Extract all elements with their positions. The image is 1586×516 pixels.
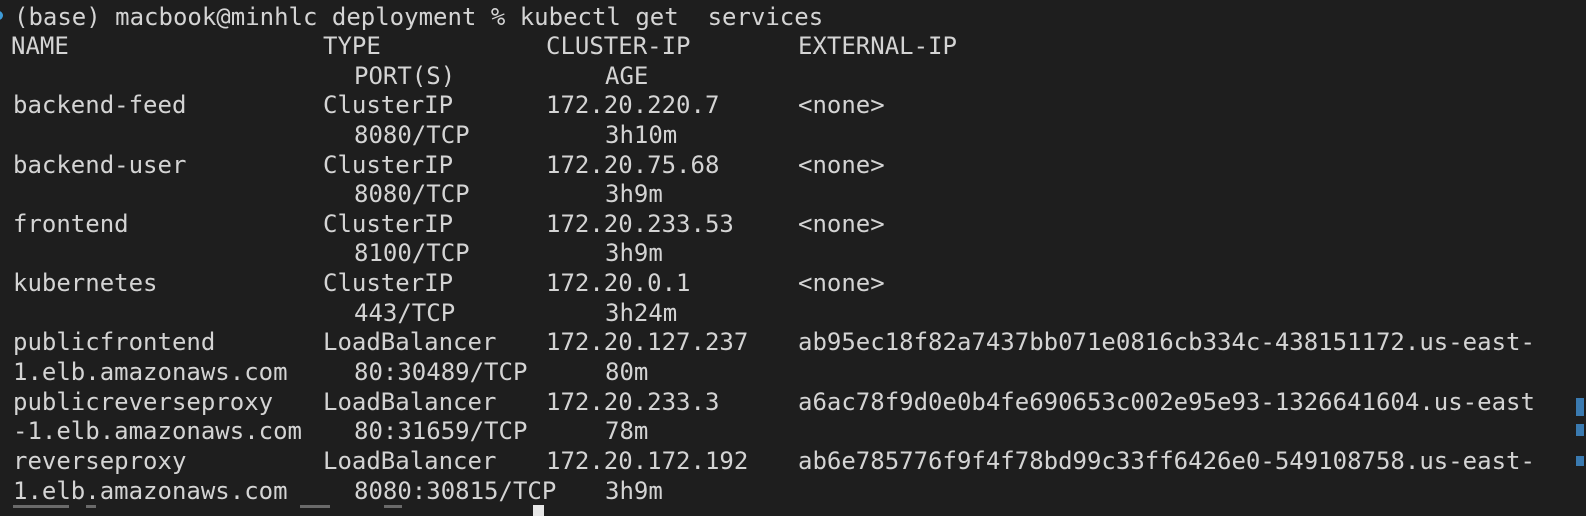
service-ports: 8080/TCP bbox=[354, 121, 470, 149]
service-age: 78m bbox=[605, 417, 649, 445]
next-prompt-fragment bbox=[86, 505, 96, 508]
header-ports: PORT(S) bbox=[354, 62, 456, 90]
service-external-ip-cont: -1.elb.amazonaws.com bbox=[13, 417, 302, 445]
next-prompt-fragment bbox=[300, 505, 330, 508]
service-ports: 80:31659/TCP bbox=[354, 417, 528, 445]
text-cursor bbox=[533, 505, 544, 516]
table-row-wrap: 443/TCP 3h24m bbox=[0, 298, 1586, 328]
service-age: 3h9m bbox=[605, 239, 663, 267]
service-external-ip: <none> bbox=[798, 210, 885, 238]
table-row: backend-user ClusterIP 172.20.75.68 <non… bbox=[0, 150, 1586, 180]
service-age: 3h10m bbox=[605, 121, 678, 149]
service-cluster-ip: 172.20.233.53 bbox=[546, 210, 734, 238]
service-ports: 443/TCP bbox=[354, 299, 456, 327]
header-name: NAME bbox=[11, 32, 69, 60]
service-type: ClusterIP bbox=[323, 210, 454, 238]
table-row-wrap: 1.elb.amazonaws.com 80:30489/TCP 80m bbox=[0, 357, 1586, 387]
service-name: backend-feed bbox=[13, 91, 187, 119]
service-type: LoadBalancer bbox=[323, 388, 497, 416]
service-ports: 8080/TCP bbox=[354, 180, 470, 208]
service-external-ip: ab95ec18f82a7437bb071e0816cb334c-4381511… bbox=[798, 328, 1535, 356]
service-external-ip: ab6e785776f9f4f78bd99c33ff6426e0-5491087… bbox=[798, 447, 1535, 475]
service-cluster-ip: 172.20.233.3 bbox=[546, 388, 720, 416]
service-cluster-ip: 172.20.220.7 bbox=[546, 91, 720, 119]
next-prompt-fragment bbox=[384, 505, 402, 508]
service-external-ip-cont: 1.elb.amazonaws.com bbox=[13, 477, 288, 505]
table-row: backend-feed ClusterIP 172.20.220.7 <non… bbox=[0, 90, 1586, 120]
service-name: frontend bbox=[13, 210, 129, 238]
service-external-ip: a6ac78f9d0e0b4fe690653c002e95e93-1326641… bbox=[798, 388, 1535, 416]
table-row-wrap: 8080/TCP 3h9m bbox=[0, 179, 1586, 209]
command-line: (base) macbook@minhlc deployment % kubec… bbox=[0, 2, 1586, 32]
service-age: 80m bbox=[605, 358, 649, 386]
header-type: TYPE bbox=[323, 32, 381, 60]
service-age: 3h9m bbox=[605, 180, 663, 208]
service-type: LoadBalancer bbox=[323, 447, 497, 475]
service-type: ClusterIP bbox=[323, 269, 454, 297]
table-header-row: NAME TYPE CLUSTER-IP EXTERNAL-IP bbox=[0, 31, 1586, 61]
service-type: ClusterIP bbox=[323, 151, 454, 179]
table-row: frontend ClusterIP 172.20.233.53 <none> bbox=[0, 209, 1586, 239]
table-row: kubernetes ClusterIP 172.20.0.1 <none> bbox=[0, 268, 1586, 298]
table-row-wrap: 1.elb.amazonaws.com 8080:30815/TCP 3h9m bbox=[0, 476, 1586, 506]
header-cluster-ip: CLUSTER-IP bbox=[546, 32, 691, 60]
service-external-ip: <none> bbox=[798, 91, 885, 119]
service-name: publicreverseproxy bbox=[13, 388, 274, 416]
service-ports: 8100/TCP bbox=[354, 239, 470, 267]
next-prompt-fragment bbox=[13, 505, 69, 508]
table-header-row-wrap: PORT(S) AGE bbox=[0, 61, 1586, 91]
service-cluster-ip: 172.20.127.237 bbox=[546, 328, 749, 356]
service-age: 3h9m bbox=[605, 477, 663, 505]
service-type: LoadBalancer bbox=[323, 328, 497, 356]
header-age: AGE bbox=[605, 62, 649, 90]
service-age: 3h24m bbox=[605, 299, 678, 327]
service-ports: 8080:30815/TCP bbox=[354, 477, 557, 505]
header-external-ip: EXTERNAL-IP bbox=[798, 32, 957, 60]
scrollbar-marker[interactable] bbox=[1576, 398, 1584, 416]
service-name: reverseproxy bbox=[13, 447, 187, 475]
service-type: ClusterIP bbox=[323, 91, 454, 119]
table-row: publicfrontend LoadBalancer 172.20.127.2… bbox=[0, 327, 1586, 357]
table-row-wrap: 8100/TCP 3h9m bbox=[0, 238, 1586, 268]
service-cluster-ip: 172.20.172.192 bbox=[546, 447, 749, 475]
service-cluster-ip: 172.20.0.1 bbox=[546, 269, 691, 297]
service-cluster-ip: 172.20.75.68 bbox=[546, 151, 720, 179]
service-ports: 80:30489/TCP bbox=[354, 358, 528, 386]
service-external-ip: <none> bbox=[798, 269, 885, 297]
service-name: backend-user bbox=[13, 151, 187, 179]
scrollbar-marker[interactable] bbox=[1576, 456, 1584, 466]
table-row-wrap: 8080/TCP 3h10m bbox=[0, 120, 1586, 150]
command-text: (base) macbook@minhlc deployment % kubec… bbox=[14, 3, 824, 31]
table-row: publicreverseproxy LoadBalancer 172.20.2… bbox=[0, 387, 1586, 417]
scrollbar-marker[interactable] bbox=[1576, 424, 1584, 436]
terminal-window[interactable]: (base) macbook@minhlc deployment % kubec… bbox=[0, 0, 1586, 516]
table-row-wrap: -1.elb.amazonaws.com 80:31659/TCP 78m bbox=[0, 416, 1586, 446]
service-name: publicfrontend bbox=[13, 328, 216, 356]
service-name: kubernetes bbox=[13, 269, 158, 297]
service-external-ip-cont: 1.elb.amazonaws.com bbox=[13, 358, 288, 386]
service-external-ip: <none> bbox=[798, 151, 885, 179]
table-row: reverseproxy LoadBalancer 172.20.172.192… bbox=[0, 446, 1586, 476]
